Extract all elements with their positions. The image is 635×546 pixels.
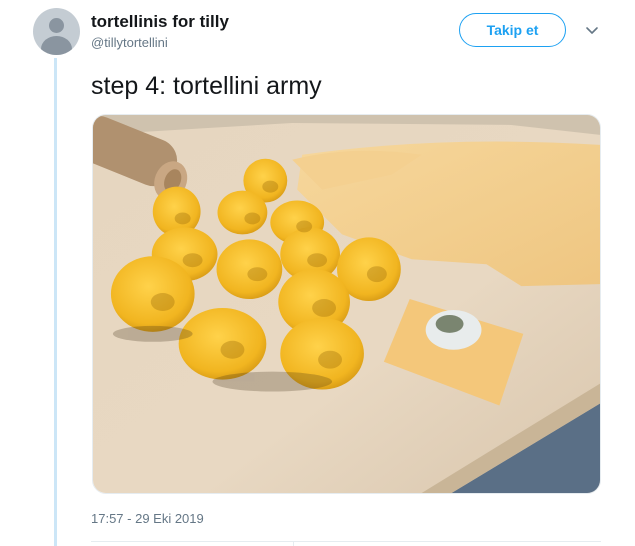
tweet-text: step 4: tortellini army xyxy=(91,72,322,100)
user-handle[interactable]: @tillytortellini xyxy=(91,35,168,50)
avatar-body-shape xyxy=(41,36,72,55)
thread-line xyxy=(54,58,57,546)
divider xyxy=(91,541,601,542)
photo-image xyxy=(93,115,600,493)
tweet-timestamp[interactable]: 17:57 - 29 Eki 2019 xyxy=(91,511,204,526)
divider-tick xyxy=(293,541,294,546)
display-name[interactable]: tortellinis for tilly xyxy=(91,12,229,32)
chevron-down-icon[interactable] xyxy=(584,24,600,38)
tweet-photo[interactable] xyxy=(92,114,601,494)
follow-button[interactable]: Takip et xyxy=(459,13,566,47)
avatar-head-shape xyxy=(49,18,64,33)
avatar[interactable] xyxy=(33,8,80,55)
